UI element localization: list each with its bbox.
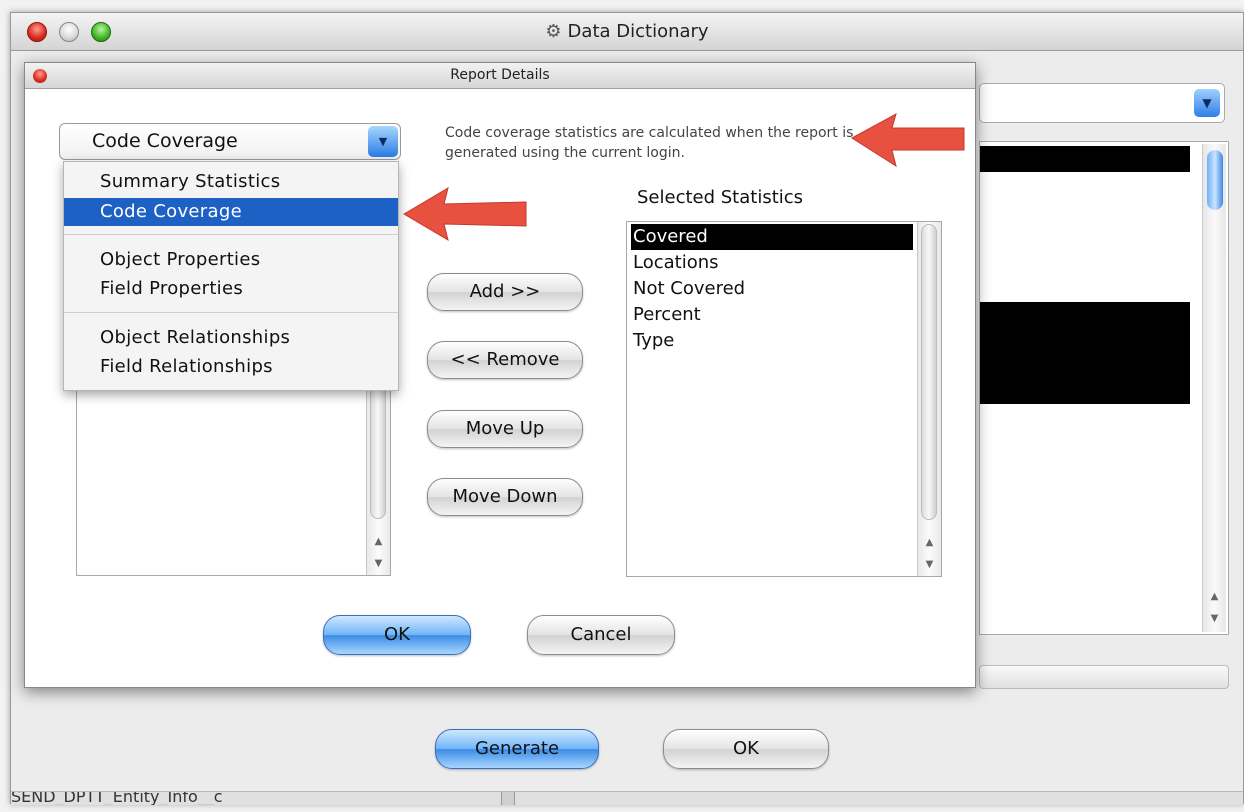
menu-item-object-relationships[interactable]: Object Relationships <box>64 324 398 352</box>
coverage-hint-text: Code coverage statistics are calculated … <box>445 125 854 161</box>
progress-bar <box>979 665 1229 689</box>
scroll-thumb[interactable] <box>370 389 386 519</box>
report-type-combo[interactable]: Code Coverage ▼ <box>59 123 401 160</box>
window-title: ⚙ Data Dictionary <box>11 21 1243 42</box>
menu-item-field-relationships[interactable]: Field Relationships <box>64 353 398 381</box>
report-type-dropdown-menu: Summary Statistics Code Coverage Object … <box>63 161 399 391</box>
list-item-percent[interactable]: Percent <box>631 302 913 328</box>
scroll-down-arrow-icon[interactable]: ▼ <box>1203 608 1226 630</box>
dialog-titlebar: Report Details <box>25 63 975 89</box>
generate-button[interactable]: Generate <box>435 729 599 769</box>
list-item[interactable] <box>980 302 1190 404</box>
scroll-up-arrow-icon[interactable]: ▲ <box>1203 586 1226 608</box>
add-button[interactable]: Add >> <box>427 273 583 311</box>
column-divider[interactable] <box>501 792 515 805</box>
selected-statistics-heading: Selected Statistics <box>637 187 804 208</box>
bottom-status-strip: SEND_DPTT_Entity_Info__c <box>11 791 1243 805</box>
scroll-up-arrow-icon[interactable]: ▲ <box>918 532 941 554</box>
window-title-text: Data Dictionary <box>567 21 709 42</box>
menu-separator <box>64 234 398 235</box>
scroll-down-arrow-icon[interactable]: ▼ <box>918 554 941 576</box>
move-up-button[interactable]: Move Up <box>427 410 583 448</box>
list-item-not-covered[interactable]: Not Covered <box>631 276 913 302</box>
gear-icon: ⚙ <box>545 21 562 42</box>
move-down-button[interactable]: Move Down <box>427 478 583 516</box>
remove-button[interactable]: << Remove <box>427 341 583 379</box>
scroll-thumb[interactable] <box>1207 150 1223 210</box>
menu-item-code-coverage[interactable]: Code Coverage <box>64 198 398 226</box>
menu-item-object-properties[interactable]: Object Properties <box>64 246 398 274</box>
background-list[interactable]: ▲ ▼ <box>979 141 1229 635</box>
list-item[interactable] <box>980 146 1190 172</box>
list-item-covered[interactable]: Covered <box>631 224 913 250</box>
main-titlebar: ⚙ Data Dictionary <box>11 13 1243 51</box>
scroll-down-arrow-icon[interactable]: ▼ <box>367 553 390 575</box>
chevron-down-icon[interactable]: ▼ <box>368 126 398 157</box>
annotation-arrow-icon <box>851 112 965 168</box>
dialog-cancel-button[interactable]: Cancel <box>527 615 675 655</box>
available-statistics-list[interactable]: ▲ ▼ <box>76 389 391 576</box>
main-ok-button[interactable]: OK <box>663 729 829 769</box>
background-combo[interactable]: ▼ <box>979 83 1225 123</box>
menu-item-field-properties[interactable]: Field Properties <box>64 275 398 303</box>
menu-item-summary-statistics[interactable]: Summary Statistics <box>64 168 398 196</box>
dialog-title: Report Details <box>450 67 550 83</box>
report-details-dialog: Report Details Code Coverage ▼ ▲ ▼ Summa… <box>24 62 976 688</box>
vertical-scrollbar[interactable]: ▲ ▼ <box>917 222 941 576</box>
scroll-thumb[interactable] <box>921 224 937 520</box>
menu-separator <box>64 312 398 313</box>
selected-statistics-list[interactable]: Covered Locations Not Covered Percent Ty… <box>626 221 942 577</box>
vertical-scrollbar[interactable]: ▲ ▼ <box>366 389 390 575</box>
bottom-row-text: SEND_DPTT_Entity_Info__c <box>11 791 223 805</box>
list-item-type[interactable]: Type <box>631 328 913 354</box>
dialog-ok-button[interactable]: OK <box>323 615 471 655</box>
scroll-up-arrow-icon[interactable]: ▲ <box>367 531 390 553</box>
combo-selected-value: Code Coverage <box>92 130 238 152</box>
chevron-down-icon: ▼ <box>1194 89 1220 117</box>
vertical-scrollbar[interactable]: ▲ ▼ <box>1202 144 1226 632</box>
annotation-arrow-icon <box>403 186 527 242</box>
list-item-locations[interactable]: Locations <box>631 250 913 276</box>
